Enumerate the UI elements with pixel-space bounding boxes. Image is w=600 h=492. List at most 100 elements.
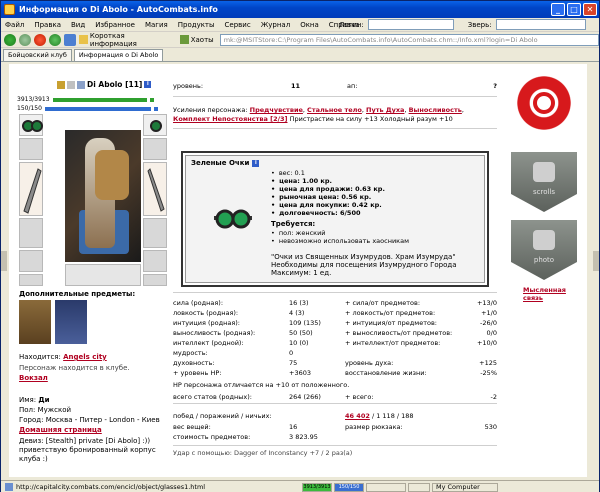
back-icon[interactable] [4, 33, 16, 46]
info-badge-icon[interactable]: i [144, 81, 152, 88]
item-visit-note: Необходимы для посещения Изумрудного Гор… [271, 261, 457, 269]
slot-bottom-row[interactable] [65, 264, 141, 286]
extra-item-coat[interactable] [19, 300, 51, 344]
slot-earrings[interactable] [143, 114, 167, 136]
slot-gloves[interactable] [143, 218, 167, 248]
slot-helmet[interactable] [19, 114, 43, 136]
stat-label: + ловкость/от предметов: [345, 309, 436, 317]
status-segment [408, 482, 430, 492]
menu-magic[interactable]: Магия [145, 21, 168, 29]
status-bar: http://capitalcity.combats.com/encicl/ob… [1, 480, 599, 492]
slot-boots[interactable] [143, 250, 167, 272]
address-bar[interactable]: mk:@MSITStore:C:\Program Files\AutoComba… [219, 33, 600, 46]
slot-rings[interactable] [143, 138, 167, 160]
stat-label: + сила/от предметов: [345, 299, 421, 307]
item-info-badge-icon[interactable]: i [252, 159, 260, 167]
close-button[interactable]: ✕ [583, 3, 597, 16]
photo-shield-icon[interactable]: photo [511, 220, 577, 280]
menu-log[interactable]: Журнал [261, 21, 290, 29]
item-sell-price: цена для продажи: 0.63 кр. [271, 185, 385, 193]
short-info-button[interactable]: Короткая информация [78, 32, 174, 48]
title-bar: Информация о Di Abolo - AutoCombats.info… [1, 1, 599, 18]
cost-value: 3 823.95 [289, 433, 318, 441]
item-weight: вес: 0.1 [271, 169, 385, 177]
align-medal-icon[interactable] [515, 74, 573, 132]
location-label: Находится: [19, 353, 61, 361]
wins-link[interactable]: 46 402 [345, 412, 370, 420]
hp-bar [52, 97, 147, 102]
stat-label: интеллект (родной): [173, 339, 244, 347]
maximize-button[interactable]: □ [567, 3, 581, 16]
mind-link[interactable]: Мысленная связь [523, 286, 587, 302]
stat-row: мудрость: 0 [173, 349, 497, 358]
in-club-text: Персонаж находится в клубе. [19, 364, 130, 372]
boost-endurance[interactable]: Выносливость [409, 106, 462, 114]
stat-label: уровень духа: [345, 359, 394, 367]
beast-combo[interactable] [495, 19, 586, 30]
boost-inconstancy-set[interactable]: Комплект Непостоянства [2/3] [173, 115, 288, 123]
tab-info[interactable]: Информация о Di Abolo [73, 49, 164, 61]
slot-extra[interactable] [19, 274, 43, 286]
stop-icon[interactable] [33, 33, 46, 46]
cost-label: стоимость предметов: [173, 433, 251, 441]
browser-window: Информация о Di Abolo - AutoCombats.info… [0, 0, 600, 492]
hp-dot-icon [149, 97, 154, 102]
item-title: Зеленые Очки [191, 159, 250, 167]
item-price: цена: 1.00 кр. [271, 177, 385, 185]
menu-file[interactable]: Файл [5, 21, 24, 29]
menu-service[interactable]: Сервис [225, 21, 251, 29]
slot-neck[interactable] [19, 138, 43, 160]
forward-icon[interactable] [18, 33, 31, 46]
extra-item-robe[interactable] [55, 300, 87, 344]
content-area: Di Abolo [11] i 3913/3913 150/150 Дополн… [9, 64, 587, 477]
slot-weapon-left[interactable] [19, 162, 43, 216]
location-link[interactable]: Angels city [63, 353, 107, 361]
scrolls-shield-icon[interactable]: scrolls [511, 152, 577, 212]
boost-spirit-path[interactable]: Путь Духа [366, 106, 404, 114]
slot-weapon-right[interactable] [143, 162, 167, 216]
login-combo[interactable] [367, 19, 454, 30]
divider [173, 292, 497, 293]
menu-products[interactable]: Продукты [178, 21, 215, 29]
hacks-label: Хаоты [190, 35, 214, 44]
stat-row: + уровень HP: +3603 восстановление жизни… [173, 369, 497, 378]
slot-extra-right[interactable] [143, 274, 167, 286]
total2-label: + всего: [345, 393, 374, 401]
stat-row: интуиция (родная): 109 (135) + интуиция/… [173, 319, 497, 328]
slot-belt[interactable] [19, 250, 43, 272]
station-link[interactable]: Вокзал [19, 374, 48, 382]
right-panel-grip[interactable] [593, 251, 599, 271]
hp-value: 3913/3913 [17, 96, 50, 103]
stat-label: сила (родная): [173, 299, 224, 307]
home-icon[interactable] [63, 33, 76, 46]
status-hp-meter: 3913/3913 [302, 482, 332, 492]
stat-value: +1/0 [481, 309, 497, 317]
weight-label: вес вещей: [173, 423, 211, 431]
beast-label: Зверь: [467, 20, 492, 29]
homepage-link[interactable]: Домашняя страница [19, 426, 102, 434]
boost-premonition[interactable]: Предчувствие [250, 106, 303, 114]
menu-view[interactable]: Вид [71, 21, 85, 29]
minimize-button[interactable]: _ [551, 3, 565, 16]
menu-edit[interactable]: Правка [34, 21, 61, 29]
dagger-icon [147, 168, 165, 212]
wins-values: 46 402 / 1 118 / 188 [345, 412, 414, 420]
earring-icon [150, 120, 162, 132]
hacks-button[interactable]: Хаоты [179, 35, 214, 44]
left-panel-grip[interactable] [1, 251, 7, 271]
refresh-icon[interactable] [48, 33, 61, 46]
boost-steel-body[interactable]: Стальное тело [307, 106, 362, 114]
stat-value: -25% [480, 369, 497, 377]
menu-favorites[interactable]: Избранное [95, 21, 135, 29]
item-durability: долговечность: 6/500 [271, 209, 385, 217]
motto-label: Девиз: [19, 437, 44, 445]
stat-value: +10/0 [476, 339, 497, 347]
menu-bar: Файл Правка Вид Избранное Магия Продукты… [1, 18, 599, 32]
mana-value: 150/150 [17, 105, 42, 112]
city-label: Город: [19, 416, 44, 424]
extra-items-title: Дополнительные предметы: [19, 290, 136, 298]
gender-value: Мужской [37, 406, 72, 414]
stat-row: выносливость (родная): 50 (50) + выносли… [173, 329, 497, 338]
slot-armor[interactable] [19, 218, 43, 248]
tab-fight-club[interactable]: Бойцовский клуб [3, 49, 72, 61]
